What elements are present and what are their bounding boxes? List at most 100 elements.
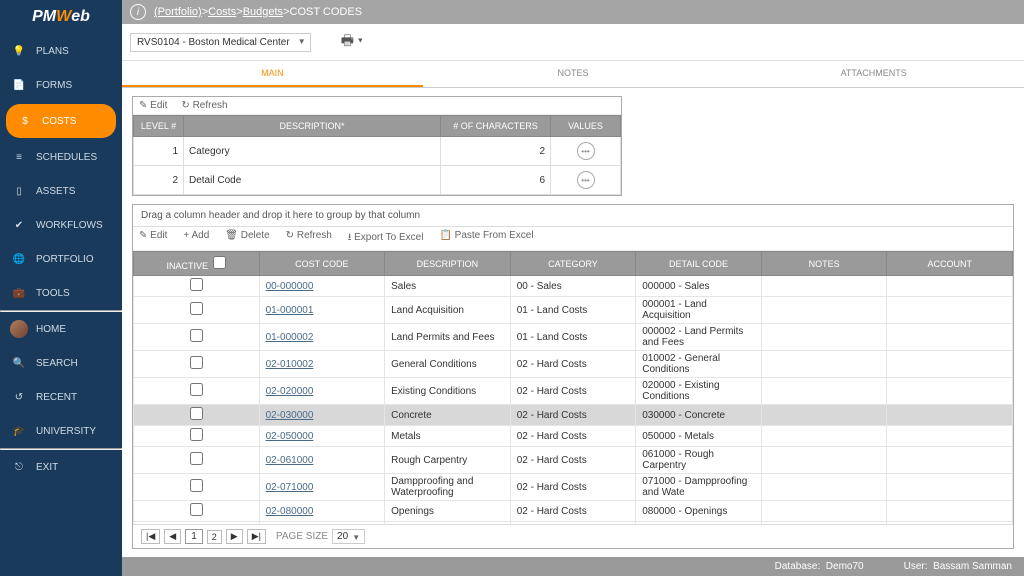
cost-code-link[interactable]: 01-000002 xyxy=(266,332,314,343)
crumb-portfolio[interactable]: (Portfolio) xyxy=(154,6,202,18)
grid-edit-button[interactable]: ✎ Edit xyxy=(139,230,167,247)
inactive-header-checkbox[interactable] xyxy=(213,256,226,269)
row-inactive-checkbox[interactable] xyxy=(190,329,203,342)
pager-size-label: PAGE SIZE xyxy=(276,531,328,542)
table-row[interactable]: 01-000001 Land Acquisition 01 - Land Cos… xyxy=(134,297,1013,324)
crumb-budgets[interactable]: Budgets xyxy=(243,6,283,18)
sidebar-item-workflows[interactable]: ✔WORKFLOWS xyxy=(0,208,122,242)
logo: PMWeb xyxy=(0,0,122,34)
pager-page-2[interactable]: 2 xyxy=(207,530,222,544)
sidebar-item-label: FORMS xyxy=(36,80,72,91)
col-account[interactable]: ACCOUNT xyxy=(887,252,1013,276)
sidebar-item-recent[interactable]: ↺RECENT xyxy=(0,380,122,414)
cost-code-link[interactable]: 02-071000 xyxy=(266,482,314,493)
sidebar-item-home[interactable]: HOME xyxy=(0,312,122,346)
pager-size-select[interactable]: 20 xyxy=(332,529,365,544)
grid-paste-button[interactable]: 📋 Paste From Excel xyxy=(439,230,533,247)
sidebar-item-label: WORKFLOWS xyxy=(36,220,103,231)
cost-code-link[interactable]: 02-020000 xyxy=(266,386,314,397)
case-icon: 💼 xyxy=(10,284,28,302)
print-icon[interactable]: 🖶 ▾ xyxy=(341,30,363,54)
row-inactive-checkbox[interactable] xyxy=(190,383,203,396)
pager-last[interactable]: ▶| xyxy=(247,529,266,544)
crumb-page: COST CODES xyxy=(290,6,363,18)
info-icon[interactable]: i xyxy=(130,4,146,20)
group-by-hint[interactable]: Drag a column header and drop it here to… xyxy=(133,205,1013,227)
col-detail-code[interactable]: DETAIL CODE xyxy=(636,252,762,276)
table-row[interactable]: 01-000002 Land Permits and Fees 01 - Lan… xyxy=(134,324,1013,351)
cost-code-link[interactable]: 02-010002 xyxy=(266,359,314,370)
col-notes[interactable]: NOTES xyxy=(761,252,887,276)
tab-attachments[interactable]: ATTACHMENTS xyxy=(723,61,1024,87)
values-button[interactable]: ••• xyxy=(577,171,595,189)
tab-notes[interactable]: NOTES xyxy=(423,61,724,87)
sidebar-item-label: PORTFOLIO xyxy=(36,254,94,265)
level-edit-button[interactable]: ✎ Edit xyxy=(139,100,167,111)
sidebar-item-plans[interactable]: 💡 PLANS xyxy=(0,34,122,68)
row-inactive-checkbox[interactable] xyxy=(190,278,203,291)
sidebar-item-exit[interactable]: ⎋EXIT xyxy=(0,450,122,484)
cost-code-link[interactable]: 02-061000 xyxy=(266,455,314,466)
sidebar-item-schedules[interactable]: ≡SCHEDULES xyxy=(0,140,122,174)
row-inactive-checkbox[interactable] xyxy=(190,452,203,465)
grid-refresh-button[interactable]: ↻ Refresh xyxy=(286,230,332,247)
row-inactive-checkbox[interactable] xyxy=(190,356,203,369)
level-refresh-button[interactable]: ↻ Refresh xyxy=(181,100,227,111)
pager-next[interactable]: ▶ xyxy=(226,529,243,544)
bulb-icon: 💡 xyxy=(10,42,28,60)
sidebar-item-label: PLANS xyxy=(36,46,69,57)
project-selector[interactable]: RVS0104 - Boston Medical Center xyxy=(130,33,311,52)
grid-export-button[interactable]: ⭳ Export To Excel xyxy=(348,230,424,247)
row-inactive-checkbox[interactable] xyxy=(190,428,203,441)
tab-bar: MAINNOTESATTACHMENTS xyxy=(122,61,1024,88)
sidebar-item-tools[interactable]: 💼 TOOLS xyxy=(0,276,122,310)
lvl-col-level: LEVEL # xyxy=(134,116,184,137)
level-row[interactable]: 2Detail Code6••• xyxy=(134,166,621,195)
table-row[interactable]: 02-071000 Dampproofing and Waterproofing… xyxy=(134,474,1013,501)
table-row[interactable]: 02-010002 General Conditions 02 - Hard C… xyxy=(134,351,1013,378)
tab-main[interactable]: MAIN xyxy=(122,61,423,87)
row-inactive-checkbox[interactable] xyxy=(190,503,203,516)
table-row[interactable]: 02-020000 Existing Conditions 02 - Hard … xyxy=(134,378,1013,405)
sidebar-item-university[interactable]: 🎓 UNIVERSITY xyxy=(0,414,122,448)
sidebar-item-portfolio[interactable]: 🌐PORTFOLIO xyxy=(0,242,122,276)
col-cost-code[interactable]: COST CODE xyxy=(259,252,385,276)
pager-first[interactable]: |◀ xyxy=(141,529,160,544)
cost-code-link[interactable]: 02-080000 xyxy=(266,506,314,517)
col-inactive[interactable]: INACTIVE xyxy=(134,252,260,276)
pager-page-1[interactable]: 1 xyxy=(185,529,203,544)
sidebar-item-label: HOME xyxy=(36,324,66,335)
grad-icon: 🎓 xyxy=(10,422,28,440)
grid-panel: Drag a column header and drop it here to… xyxy=(132,204,1014,549)
cost-code-link[interactable]: 02-030000 xyxy=(266,410,314,421)
table-row[interactable]: 02-050000 Metals 02 - Hard Costs 050000 … xyxy=(134,426,1013,447)
row-inactive-checkbox[interactable] xyxy=(190,407,203,420)
grid-delete-button[interactable]: 🗑 Delete xyxy=(225,230,269,247)
breadcrumb: i (Portfolio) > Costs > Budgets > COST C… xyxy=(122,0,1024,24)
col-category[interactable]: CATEGORY xyxy=(510,252,636,276)
sidebar-item-label: SEARCH xyxy=(36,358,78,369)
cost-code-link[interactable]: 01-000001 xyxy=(266,305,314,316)
pager-prev[interactable]: ◀ xyxy=(164,529,181,544)
crumb-costs[interactable]: Costs xyxy=(208,6,236,18)
sidebar-item-label: TOOLS xyxy=(36,288,70,299)
sidebar-item-costs[interactable]: $COSTS xyxy=(6,104,116,138)
row-inactive-checkbox[interactable] xyxy=(190,302,203,315)
sidebar-item-assets[interactable]: ▯ASSETS xyxy=(0,174,122,208)
cost-code-link[interactable]: 00-000000 xyxy=(266,281,314,292)
values-button[interactable]: ••• xyxy=(577,142,595,160)
sidebar-item-forms[interactable]: 📄FORMS xyxy=(0,68,122,102)
tablet-icon: ▯ xyxy=(10,182,28,200)
table-row[interactable]: 00-000000 Sales 00 - Sales 000000 - Sale… xyxy=(134,276,1013,297)
sidebar-item-label: UNIVERSITY xyxy=(36,426,96,437)
sidebar-item-search[interactable]: 🔍SEARCH xyxy=(0,346,122,380)
row-inactive-checkbox[interactable] xyxy=(190,479,203,492)
table-row[interactable]: 02-061000 Rough Carpentry 02 - Hard Cost… xyxy=(134,447,1013,474)
table-row[interactable]: 02-030000 Concrete 02 - Hard Costs 03000… xyxy=(134,405,1013,426)
level-row[interactable]: 1Category2••• xyxy=(134,137,621,166)
cost-code-link[interactable]: 02-050000 xyxy=(266,431,314,442)
sidebar: PMWeb 💡 PLANS 📄FORMS$COSTS≡SCHEDULES▯ASSET… xyxy=(0,0,122,576)
table-row[interactable]: 02-080000 Openings 02 - Hard Costs 08000… xyxy=(134,501,1013,522)
col-description[interactable]: DESCRIPTION xyxy=(385,252,511,276)
grid-add-button[interactable]: + Add xyxy=(183,230,209,247)
